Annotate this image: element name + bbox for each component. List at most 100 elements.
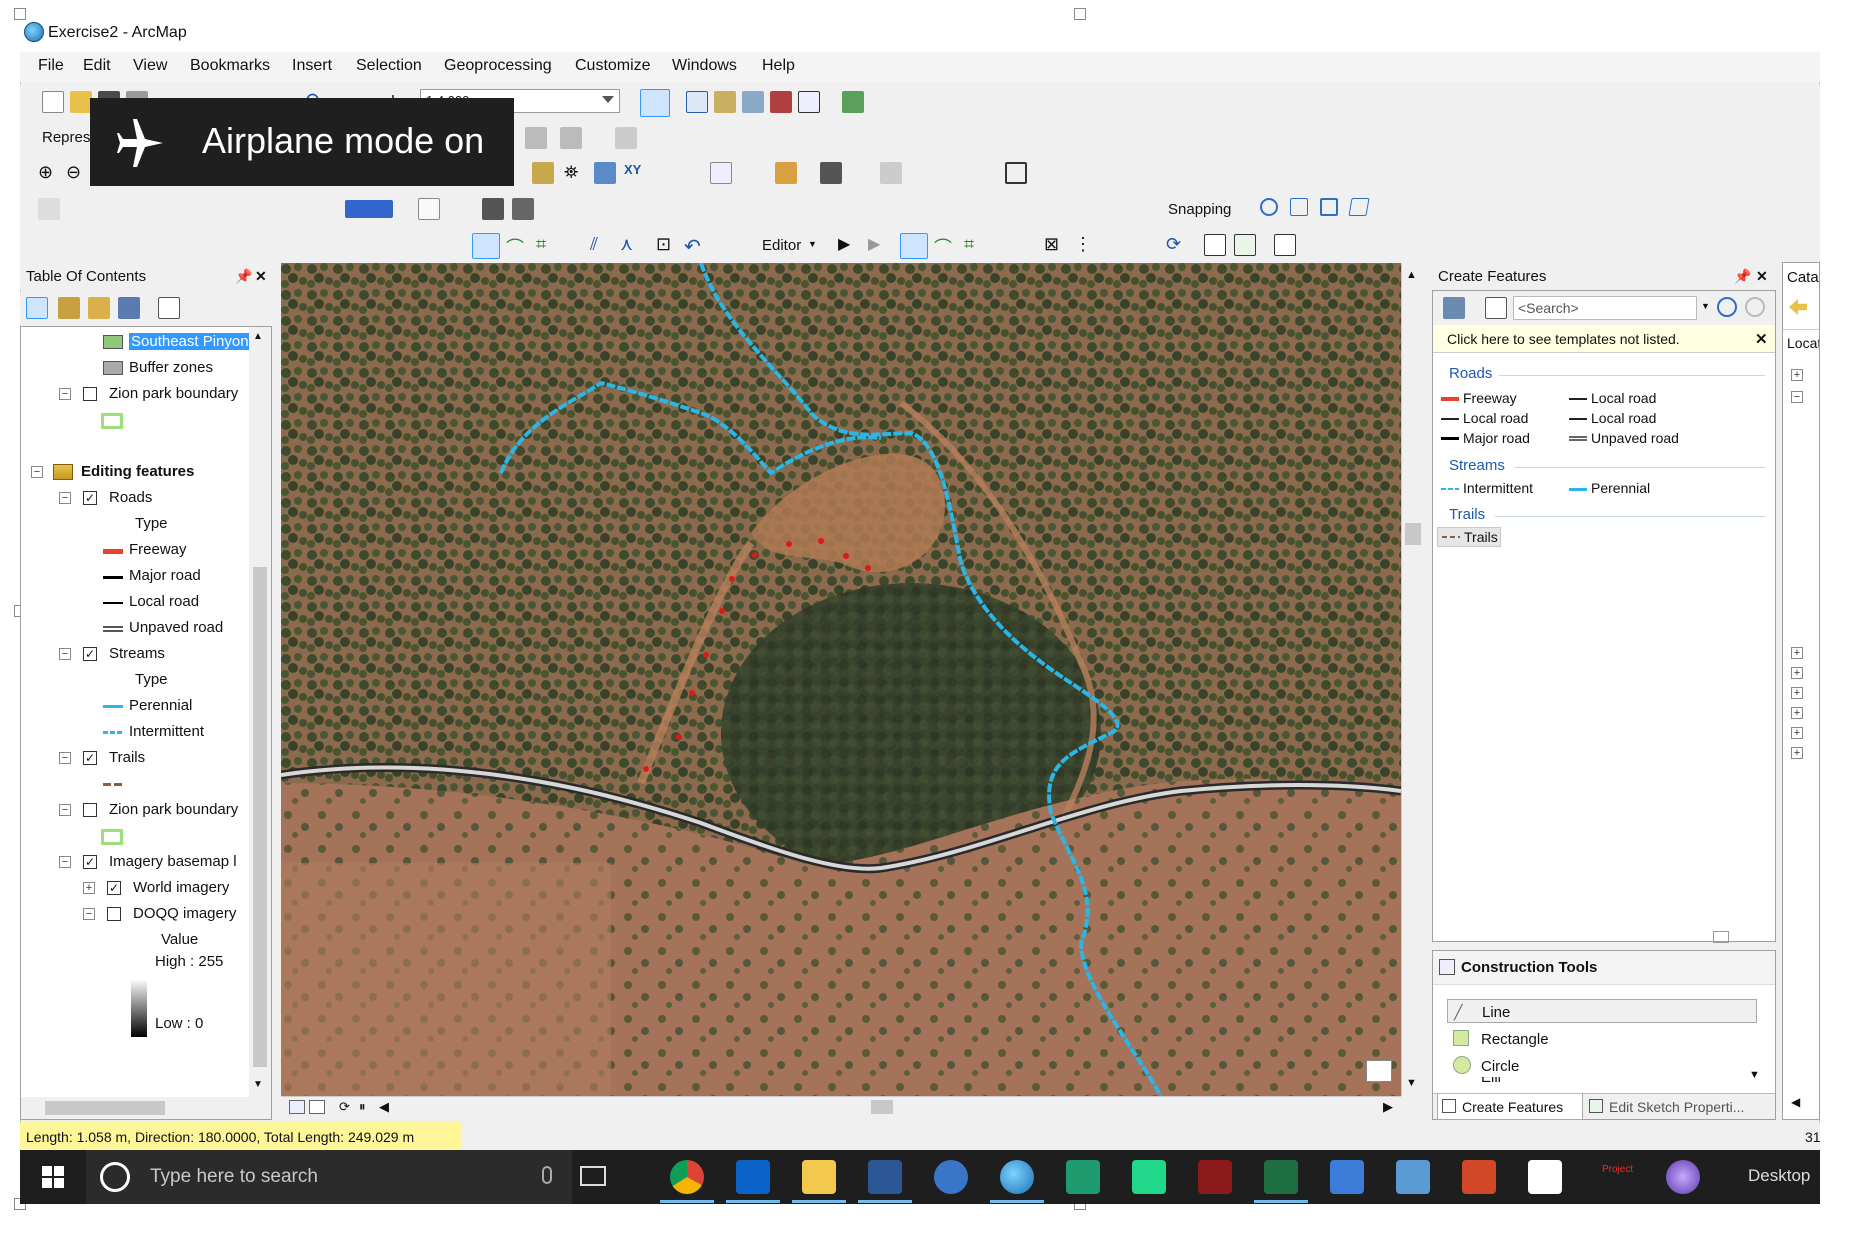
layer-checkbox[interactable]: ✓ bbox=[83, 491, 97, 505]
pause-drawing-icon[interactable]: ⏸ bbox=[359, 1099, 366, 1115]
tool-rectangle[interactable]: Rectangle bbox=[1447, 1027, 1757, 1051]
vertex-snapping-icon[interactable] bbox=[1320, 198, 1338, 216]
scroll-left-icon[interactable]: ◀ bbox=[379, 1099, 389, 1115]
table-of-contents-icon[interactable] bbox=[686, 91, 708, 113]
edge-snapping-icon[interactable] bbox=[1348, 198, 1370, 216]
camera-icon[interactable] bbox=[1528, 1160, 1562, 1194]
close-icon[interactable]: ✕ bbox=[1755, 330, 1768, 348]
undo-sketch-icon[interactable]: ↶ bbox=[684, 234, 706, 258]
zoom-percent-combo[interactable] bbox=[345, 200, 393, 218]
map-view[interactable] bbox=[281, 263, 1401, 1096]
arcmap-taskbar-icon[interactable] bbox=[1000, 1160, 1034, 1194]
page-layout-icon[interactable] bbox=[418, 198, 440, 220]
find-icon[interactable]: ⛯ bbox=[564, 162, 586, 184]
python-window-icon[interactable] bbox=[798, 91, 820, 113]
resize-handle-icon[interactable] bbox=[14, 8, 26, 20]
microphone-icon[interactable] bbox=[542, 1166, 552, 1184]
edit-tool-icon[interactable]: ▶ bbox=[838, 234, 860, 256]
toc-options-icon[interactable] bbox=[158, 297, 180, 319]
tab-create-features[interactable]: Create Features bbox=[1437, 1094, 1583, 1120]
pycharm-icon[interactable] bbox=[1132, 1160, 1166, 1194]
list-by-source-icon[interactable] bbox=[58, 297, 80, 319]
list-by-drawing-order-icon[interactable] bbox=[26, 297, 48, 319]
topology-icon[interactable] bbox=[820, 162, 842, 184]
expand-icon[interactable]: + bbox=[83, 882, 95, 894]
chrome-icon[interactable] bbox=[670, 1160, 704, 1194]
collapse-icon[interactable]: − bbox=[59, 388, 71, 400]
end-point-arc-icon[interactable]: ⌒ bbox=[506, 234, 528, 258]
chevron-down-icon[interactable]: ▼ bbox=[1701, 301, 1710, 311]
toc-h-scrollbar[interactable] bbox=[21, 1097, 271, 1119]
chevron-down-icon[interactable] bbox=[602, 96, 614, 103]
network-icon[interactable] bbox=[1396, 1160, 1430, 1194]
collapse-icon[interactable]: − bbox=[1791, 391, 1803, 403]
collapse-icon[interactable]: − bbox=[59, 752, 71, 764]
layer-checkbox[interactable] bbox=[83, 387, 97, 401]
advanced-edit-icon[interactable] bbox=[880, 162, 902, 184]
xy-icon[interactable]: XY bbox=[624, 162, 646, 184]
straight-segment-2-icon[interactable] bbox=[900, 233, 928, 259]
arc-segment-icon[interactable]: ⌒ bbox=[934, 234, 956, 258]
browser-shield-icon[interactable] bbox=[934, 1160, 968, 1194]
list-by-visibility-icon[interactable] bbox=[88, 297, 110, 319]
template-list-icon[interactable] bbox=[1485, 297, 1507, 319]
catalog-icon[interactable] bbox=[714, 91, 736, 113]
menu-view[interactable]: View bbox=[133, 57, 167, 75]
menu-bookmarks[interactable]: Bookmarks bbox=[190, 57, 270, 75]
toc-label-southeast[interactable]: Southeast Pinyon bbox=[129, 333, 251, 350]
project-label[interactable]: Project bbox=[1602, 1164, 1633, 1175]
scroll-up-icon[interactable]: ▲ bbox=[253, 331, 263, 342]
pin-icon[interactable]: 📌 bbox=[235, 268, 252, 285]
arctoolbox-icon[interactable] bbox=[770, 91, 792, 113]
straight-segment-icon[interactable] bbox=[472, 233, 500, 259]
template-trails[interactable]: Trails bbox=[1437, 527, 1501, 547]
menu-edit[interactable]: Edit bbox=[83, 57, 111, 75]
desktop-toolbar-label[interactable]: Desktop bbox=[1748, 1166, 1810, 1186]
collapse-icon[interactable]: − bbox=[83, 908, 95, 920]
point-snapping-icon[interactable] bbox=[1260, 198, 1278, 216]
templates-notice-text[interactable]: Click here to see templates not listed. bbox=[1447, 331, 1680, 347]
midpoint-icon[interactable]: ⌗ bbox=[964, 234, 986, 256]
zoom-in-icon[interactable]: ⊕ bbox=[38, 162, 60, 184]
properties-icon[interactable] bbox=[615, 127, 637, 149]
layout-view-icon[interactable] bbox=[309, 1100, 325, 1114]
layer-checkbox[interactable]: ✓ bbox=[83, 647, 97, 661]
toc-scrollbar[interactable]: ▲ ▼ bbox=[249, 327, 271, 1097]
acrobat-icon[interactable] bbox=[1198, 1160, 1232, 1194]
layer-checkbox[interactable]: ✓ bbox=[83, 855, 97, 869]
focus-frame-icon[interactable] bbox=[512, 198, 534, 220]
menu-help[interactable]: Help bbox=[762, 57, 795, 75]
expand-icon[interactable]: + bbox=[1791, 667, 1803, 679]
layer-checkbox[interactable] bbox=[83, 803, 97, 817]
expand-icon[interactable]: + bbox=[1791, 647, 1803, 659]
scroll-thumb[interactable] bbox=[45, 1101, 165, 1115]
taskbar-search-placeholder[interactable]: Type here to search bbox=[150, 1166, 318, 1188]
tool-line[interactable]: ╱ Line bbox=[1447, 999, 1757, 1023]
expand-icon[interactable]: + bbox=[1791, 687, 1803, 699]
collapse-icon[interactable]: − bbox=[59, 648, 71, 660]
outlook-icon[interactable] bbox=[736, 1160, 770, 1194]
measure-icon[interactable] bbox=[532, 162, 554, 184]
scroll-right-icon[interactable]: ▶ bbox=[1383, 1099, 1393, 1115]
template-search-input[interactable]: <Search> bbox=[1513, 296, 1697, 320]
tab-edit-sketch-properties[interactable]: Edit Sketch Properti... bbox=[1585, 1094, 1771, 1120]
chevron-down-icon[interactable]: ▼ bbox=[1749, 1069, 1760, 1081]
move-tool-icon[interactable] bbox=[560, 127, 582, 149]
open-folder-icon[interactable] bbox=[70, 91, 92, 113]
sketch-properties-icon[interactable] bbox=[1234, 234, 1256, 256]
menu-insert[interactable]: Insert bbox=[292, 57, 332, 75]
menu-windows[interactable]: Windows bbox=[672, 57, 737, 75]
collapse-icon[interactable]: − bbox=[59, 804, 71, 816]
collapse-pane-icon[interactable] bbox=[1713, 931, 1729, 943]
toggle-draft-icon[interactable] bbox=[482, 198, 504, 220]
collapse-icon[interactable]: − bbox=[59, 492, 71, 504]
model-builder-icon[interactable] bbox=[842, 91, 864, 113]
resize-handle-icon[interactable] bbox=[1074, 8, 1086, 20]
expand-icon[interactable]: + bbox=[1791, 727, 1803, 739]
layout-zoom-icon[interactable] bbox=[38, 198, 60, 220]
tool-ellipse[interactable]: Elli bbox=[1447, 1077, 1757, 1087]
back-arrow-icon[interactable] bbox=[1789, 299, 1807, 315]
trace-icon[interactable]: ⌗ bbox=[536, 234, 558, 256]
attributes-icon[interactable] bbox=[1204, 234, 1226, 256]
task-view-icon[interactable] bbox=[580, 1166, 606, 1186]
